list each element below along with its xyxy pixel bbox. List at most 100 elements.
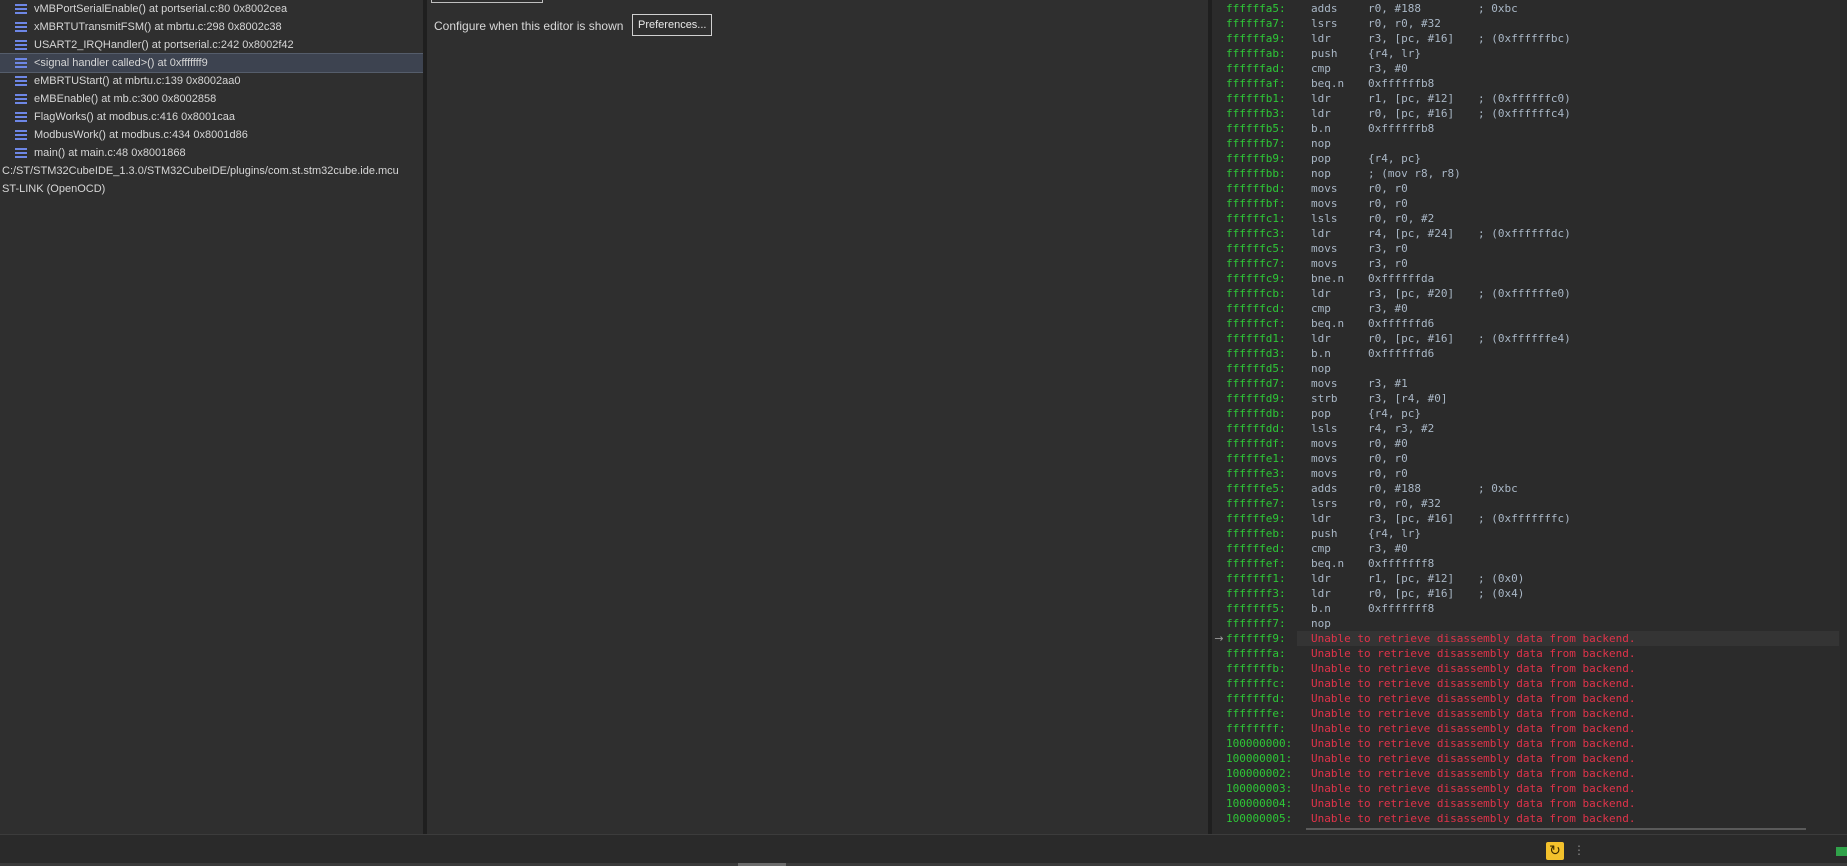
disassembly-row[interactable]: ffffffdb: pop {r4, pc} — [1212, 406, 1847, 421]
instruction-operands: r3, r0 — [1368, 257, 1408, 270]
stack-frame[interactable]: USART2_IRQHandler() at portserial.c:242 … — [0, 36, 423, 54]
disassembly-row[interactable]: fffffff7: nop — [1212, 616, 1847, 631]
instruction-comment: ; (0xffffffe0) — [1478, 287, 1571, 300]
disassembly-error-row[interactable]: fffffffc: Unable to retrieve disassembly … — [1212, 676, 1847, 691]
disassembly-error-row[interactable]: 100000003: Unable to retrieve disassembly… — [1212, 781, 1847, 796]
disassembly-row[interactable]: ffffffcb: ldr r3, [pc, #20] ; (0xffffffe0) — [1212, 286, 1847, 301]
instruction-mnemonic: ldr — [1311, 107, 1331, 120]
disassembly-row[interactable]: fffffff1: ldr r1, [pc, #12] ; (0x0) — [1212, 571, 1847, 586]
disassembly-error-row[interactable]: 100000004: Unable to retrieve disassembly… — [1212, 796, 1847, 811]
disassembly-row[interactable]: ffffffe1: movs r0, r0 — [1212, 451, 1847, 466]
disassembly-error-row[interactable]: fffffffa: Unable to retrieve disassembly … — [1212, 646, 1847, 661]
disassembly-row[interactable]: ffffffa9: ldr r3, [pc, #16] ; (0xffffffbc) — [1212, 31, 1847, 46]
debug-probe-item[interactable]: ST-LINK (OpenOCD) — [0, 180, 423, 198]
disassembly-row[interactable]: ffffffe9: ldr r3, [pc, #16] ; (0xfffffffc) — [1212, 511, 1847, 526]
disassembly-row[interactable]: ffffffab: push {r4, lr} — [1212, 46, 1847, 61]
instruction-address: 100000002: — [1226, 767, 1293, 780]
disassembly-row[interactable]: ffffffd9: strb r3, [r4, #0] — [1212, 391, 1847, 406]
disassembly-error-row[interactable]: 100000002: Unable to retrieve disassembly… — [1212, 766, 1847, 781]
instruction-mnemonic: adds — [1311, 2, 1338, 15]
instruction-address: fffffff3: — [1226, 587, 1286, 600]
stack-frame-icon — [15, 22, 27, 32]
instruction-mnemonic: b.n — [1311, 347, 1331, 360]
disassembly-error-row[interactable]: 100000005: Unable to retrieve disassembly… — [1212, 811, 1847, 826]
disassembly-row[interactable]: ffffffe5: adds r0, #188 ; 0xbc — [1212, 481, 1847, 496]
disassembly-row[interactable]: ffffffed: cmp r3, #0 — [1212, 541, 1847, 556]
instruction-operands: r1, [pc, #12] — [1368, 92, 1455, 105]
disassembly-row[interactable]: ffffffa7: lsrs r0, r0, #32 — [1212, 16, 1847, 31]
editor-top-button[interactable] — [431, 0, 543, 3]
stack-frame[interactable]: eMBEnable() at mb.c:300 0x8002858 — [0, 90, 423, 108]
instruction-address: ffffffe9: — [1226, 512, 1286, 525]
disassembly-row[interactable]: ffffffe7: lsrs r0, r0, #32 — [1212, 496, 1847, 511]
disassembly-error-row[interactable]: → fffffff9: Unable to retrieve disassembly… — [1212, 631, 1847, 646]
disassembly-row[interactable]: ffffffc3: ldr r4, [pc, #24] ; (0xffffffdc) — [1212, 226, 1847, 241]
instruction-address: 100000004: — [1226, 797, 1293, 810]
disassembly-row[interactable]: ffffffb1: ldr r1, [pc, #12] ; (0xffffffc0) — [1212, 91, 1847, 106]
instruction-address: ffffffd7: — [1226, 377, 1286, 390]
horizontal-scrollbar[interactable] — [1306, 828, 1806, 830]
disassembly-row[interactable]: ffffffc7: movs r3, r0 — [1212, 256, 1847, 271]
status-bar: ↻ ⋮ — [0, 834, 1847, 866]
instruction-address: fffffffb: — [1226, 662, 1286, 675]
disassembly-error-row[interactable]: 100000001: Unable to retrieve disassembly… — [1212, 751, 1847, 766]
disassembly-row[interactable]: ffffffa5: adds r0, #188 ; 0xbc — [1212, 1, 1847, 16]
disassembly-row[interactable]: ffffffd1: ldr r0, [pc, #16] ; (0xffffffe4) — [1212, 331, 1847, 346]
disassembly-row[interactable]: ffffffdf: movs r0, #0 — [1212, 436, 1847, 451]
instruction-mnemonic: movs — [1311, 452, 1338, 465]
instruction-address: fffffff7: — [1226, 617, 1286, 630]
disassembly-row[interactable]: ffffffbf: movs r0, r0 — [1212, 196, 1847, 211]
disassembly-row[interactable]: ffffffc9: bne.n 0xffffffda — [1212, 271, 1847, 286]
instruction-address: 100000003: — [1226, 782, 1293, 795]
preferences-button[interactable]: Preferences... — [632, 14, 713, 36]
sync-icon[interactable]: ↻ — [1546, 842, 1564, 860]
disassembly-error-row[interactable]: fffffffe: Unable to retrieve disassembly … — [1212, 706, 1847, 721]
instruction-address: ffffffb3: — [1226, 107, 1286, 120]
disassembly-row[interactable]: ffffffb7: nop — [1212, 136, 1847, 151]
disassembly-row[interactable]: fffffff5: b.n 0xfffffff8 — [1212, 601, 1847, 616]
disassembly-row[interactable]: ffffffeb: push {r4, lr} — [1212, 526, 1847, 541]
disassembly-row[interactable]: ffffffef: beq.n 0xfffffff8 — [1212, 556, 1847, 571]
stack-frame[interactable]: FlagWorks() at modbus.c:416 0x8001caa — [0, 108, 423, 126]
disassembly-row[interactable]: ffffffad: cmp r3, #0 — [1212, 61, 1847, 76]
instruction-mnemonic: ldr — [1311, 92, 1331, 105]
stack-frame[interactable]: vMBPortSerialEnable() at portserial.c:80… — [0, 0, 423, 18]
disassembly-row[interactable]: ffffffbb: nop ; (mov r8, r8) — [1212, 166, 1847, 181]
disassembly-row[interactable]: ffffffcf: beq.n 0xffffffd6 — [1212, 316, 1847, 331]
disassembly-row[interactable]: ffffffc1: lsls r0, r0, #2 — [1212, 211, 1847, 226]
disassembly-row[interactable]: ffffffdd: lsls r4, r3, #2 — [1212, 421, 1847, 436]
stack-frame[interactable]: eMBRTUStart() at mbrtu.c:139 0x8002aa0 — [0, 72, 423, 90]
disassembly-row[interactable]: ffffffb5: b.n 0xffffffb8 — [1212, 121, 1847, 136]
instruction-address: ffffffc5: — [1226, 242, 1286, 255]
disassembly-row[interactable]: ffffffcd: cmp r3, #0 — [1212, 301, 1847, 316]
disassembly-row[interactable]: ffffffc5: movs r3, r0 — [1212, 241, 1847, 256]
disassembly-error-row[interactable]: 100000000: Unable to retrieve disassembly… — [1212, 736, 1847, 751]
status-indicator-icon[interactable] — [1836, 847, 1847, 856]
disassembly-row[interactable]: ffffffb9: pop {r4, pc} — [1212, 151, 1847, 166]
instruction-comment: ; (0xfffffffc) — [1478, 512, 1571, 525]
instruction-mnemonic: cmp — [1311, 62, 1331, 75]
disassembly-row[interactable]: ffffffaf: beq.n 0xffffffb8 — [1212, 76, 1847, 91]
disassembly-error-row[interactable]: ffffffff: Unable to retrieve disassembly … — [1212, 721, 1847, 736]
instruction-address: ffffffcd: — [1226, 302, 1286, 315]
stack-frame[interactable]: main() at main.c:48 0x8001868 — [0, 144, 423, 162]
disassembly-row[interactable]: ffffffb3: ldr r0, [pc, #16] ; (0xffffffc4) — [1212, 106, 1847, 121]
disassembly-row[interactable]: fffffff3: ldr r0, [pc, #16] ; (0x4) — [1212, 586, 1847, 601]
stack-frame[interactable]: xMBRTUTransmitFSM() at mbrtu.c:298 0x800… — [0, 18, 423, 36]
instruction-comment: ; 0xbc — [1478, 482, 1518, 495]
disassembly-row[interactable]: ffffffe3: movs r0, r0 — [1212, 466, 1847, 481]
vertical-grip-icon[interactable]: ⋮ — [1573, 843, 1585, 857]
disassembly-error-row[interactable]: fffffffd: Unable to retrieve disassembly … — [1212, 691, 1847, 706]
instruction-comment: ; (0xffffffe4) — [1478, 332, 1571, 345]
disassembly-row[interactable]: ffffffd3: b.n 0xffffffd6 — [1212, 346, 1847, 361]
disassembly-error-row[interactable]: fffffffb: Unable to retrieve disassembly … — [1212, 661, 1847, 676]
instruction-mnemonic: ldr — [1311, 227, 1331, 240]
disassembly-row[interactable]: ffffffd5: nop — [1212, 361, 1847, 376]
instruction-address: ffffffe3: — [1226, 467, 1286, 480]
stack-frame[interactable]: <signal handler called>() at 0xfffffff9 — [0, 53, 423, 73]
disassembly-row[interactable]: ffffffd7: movs r3, #1 — [1212, 376, 1847, 391]
debug-launch-path[interactable]: C:/ST/STM32CubeIDE_1.3.0/STM32CubeIDE/pl… — [0, 162, 423, 180]
stack-frame[interactable]: ModbusWork() at modbus.c:434 0x8001d86 — [0, 126, 423, 144]
disassembly-row[interactable]: ffffffbd: movs r0, r0 — [1212, 181, 1847, 196]
stack-frame-icon — [15, 40, 27, 50]
